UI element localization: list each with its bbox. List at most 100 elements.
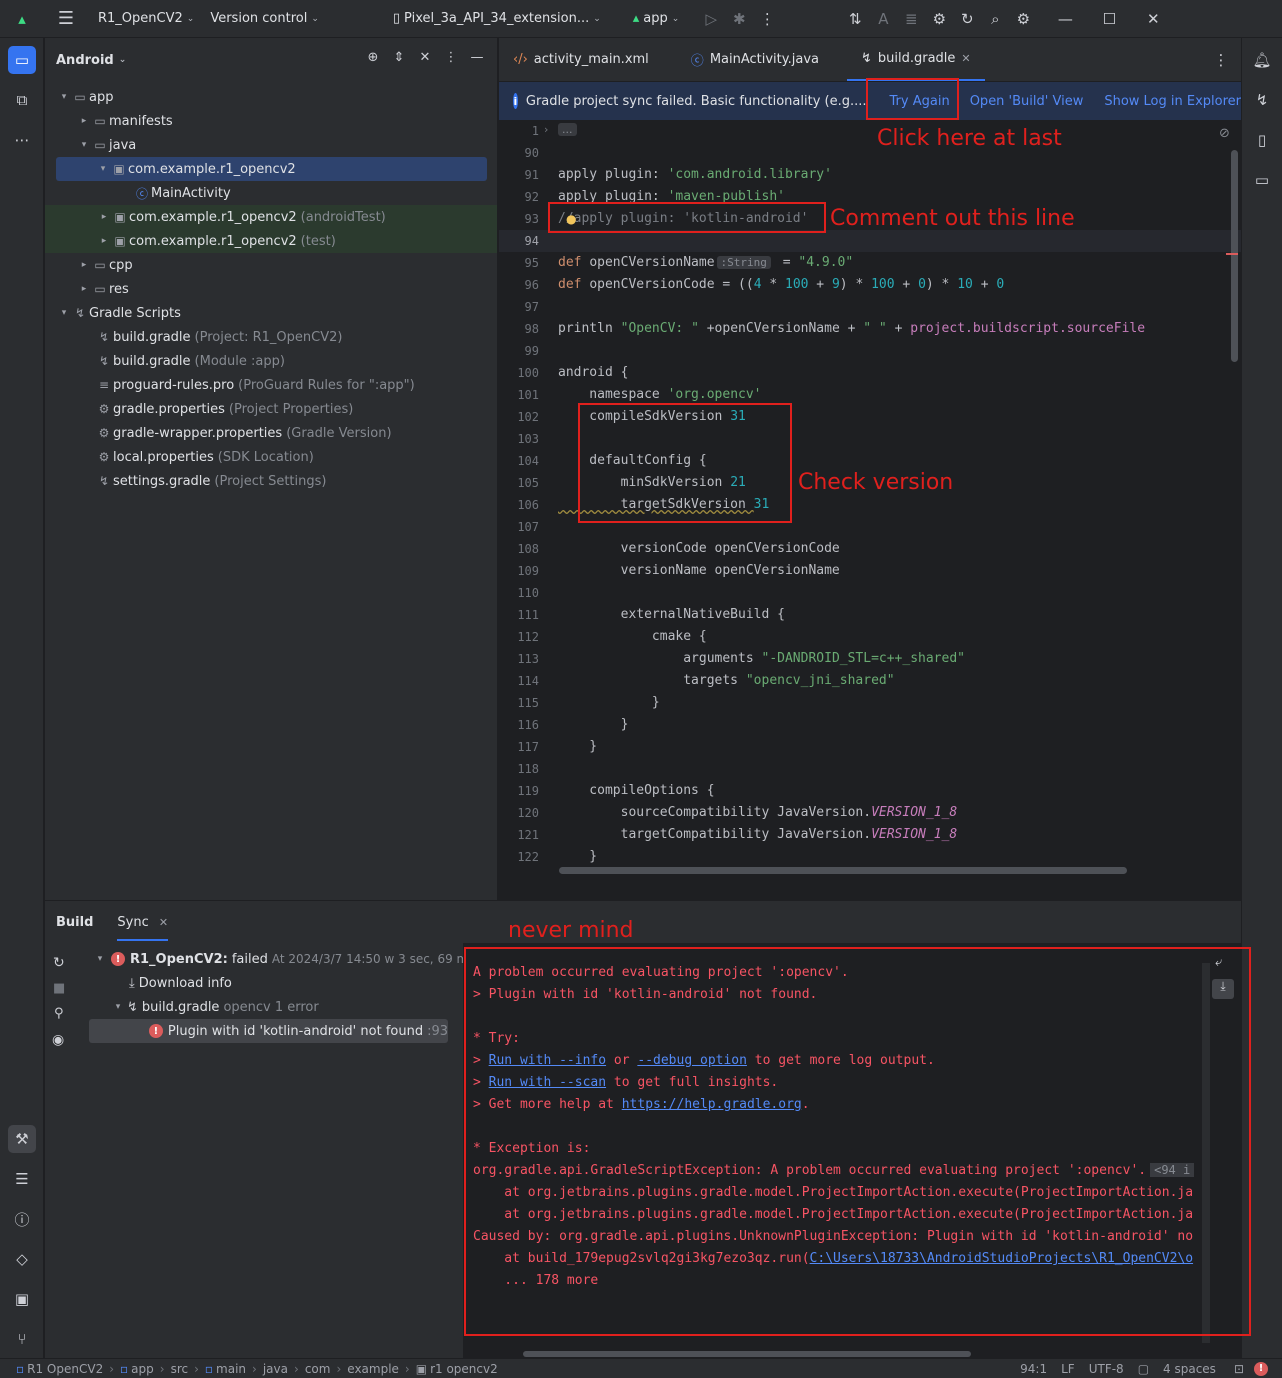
project-tool-icon[interactable]: ▭ <box>8 46 36 74</box>
tree-item-package-main[interactable]: ▾ ▣ com.example.r1_opencv2 <box>56 157 487 181</box>
minimize-icon[interactable]: — <box>1051 5 1079 33</box>
sync-project-icon[interactable]: ⇅ <box>841 5 869 33</box>
tree-item-gradle-wrapper[interactable]: ⚙ gradle-wrapper.properties (Gradle Versio… <box>45 421 497 445</box>
code-line: cmake { <box>558 629 707 644</box>
restart-sync-icon[interactable]: ↻ <box>53 955 65 971</box>
show-icon[interactable]: ◉ <box>52 1032 64 1048</box>
error-notification-icon[interactable]: ! <box>1254 1361 1268 1376</box>
annotation-comment-out: Comment out this line <box>830 206 1075 231</box>
build-tree-download[interactable]: ⤓ Download info <box>129 971 232 995</box>
tree-item-java[interactable]: ▾ ▭ java <box>45 133 497 157</box>
device-manager-side-icon[interactable]: ▯ <box>1248 126 1276 154</box>
more-actions-icon[interactable]: ⋮ <box>753 5 781 33</box>
tree-item-local-properties[interactable]: ⚙ local.properties (SDK Location) <box>45 445 497 469</box>
resource-manager-icon[interactable]: ⧉ <box>8 86 36 114</box>
code-line: targets "opencv_jni_shared" <box>558 673 894 688</box>
line-separator[interactable]: LF <box>1061 1362 1075 1376</box>
show-log-link[interactable]: Show Log in Explorer <box>1104 94 1241 109</box>
pin-icon[interactable]: ⚲ <box>54 1006 64 1021</box>
device-manager-icon[interactable]: ⚙ <box>925 5 953 33</box>
file-label: build.gradle <box>141 999 220 1015</box>
more-tools-icon[interactable]: ⋯ <box>8 126 36 154</box>
run-icon[interactable]: ▷ <box>697 5 725 33</box>
gradle-icon[interactable]: ↯ <box>1248 86 1276 114</box>
tab-sync[interactable]: Sync ✕ <box>117 915 169 941</box>
tree-item-app[interactable]: ▾ ▭ app <box>45 85 497 109</box>
indent-setting[interactable]: 4 spaces <box>1163 1362 1216 1376</box>
settings-icon[interactable]: ⚙ <box>1009 5 1037 33</box>
build-tool-icon[interactable]: ⚒ <box>8 1125 36 1153</box>
build-tree-root[interactable]: ▾ ! R1_OpenCV2: failed At 2024/3/7 14:50… <box>89 947 475 971</box>
tree-item-package-test[interactable]: ▸ ▣ com.example.r1_opencv2 (test) <box>45 229 497 253</box>
breadcrumb-item[interactable]: r1 opencv2 <box>430 1362 498 1376</box>
maximize-icon[interactable]: ☐ <box>1095 5 1123 33</box>
running-devices-icon[interactable]: ▭ <box>1248 166 1276 194</box>
project-selector[interactable]: R1_OpenCV2 ⌄ <box>90 11 202 26</box>
memory-indicator-icon[interactable]: ▢ <box>1138 1362 1149 1376</box>
app-quality-icon[interactable]: ◇ <box>8 1245 36 1273</box>
terminal-icon[interactable]: ▣ <box>8 1285 36 1313</box>
breadcrumb-item[interactable]: java <box>263 1362 288 1376</box>
breadcrumb-item[interactable]: R1 OpenCV2 <box>27 1362 103 1376</box>
chevron-down-icon: ▾ <box>61 308 67 318</box>
apply-code-changes-icon[interactable]: ≣ <box>897 5 925 33</box>
debug-icon[interactable]: ✱ <box>725 5 753 33</box>
tree-item-mainactivity[interactable]: ⓒ MainActivity <box>45 181 497 205</box>
open-build-view-link[interactable]: Open 'Build' View <box>970 94 1084 109</box>
notifications-icon[interactable]: 🔔︎ <box>1248 46 1276 74</box>
breadcrumb-item[interactable]: src <box>171 1362 189 1376</box>
options-icon[interactable]: ⋮ <box>441 50 461 65</box>
code-number: 100 <box>871 277 895 292</box>
tree-item-res[interactable]: ▸ ▭ res <box>45 277 497 301</box>
tree-item-manifests[interactable]: ▸ ▭ manifests <box>45 109 497 133</box>
vertical-scrollbar[interactable] <box>1231 150 1238 362</box>
tab-activity-main-xml[interactable]: ‹/› activity_main.xml <box>499 38 663 81</box>
problems-icon[interactable]: ⓘ <box>8 1205 36 1233</box>
breadcrumb-item[interactable]: app <box>131 1362 154 1376</box>
device-selector[interactable]: ▯ Pixel_3a_API_34_extension... ⌄ <box>385 11 609 26</box>
error-marker[interactable] <box>1226 253 1238 255</box>
tree-item-build-gradle-module[interactable]: ↯ build.gradle (Module :app) <box>45 349 497 373</box>
console-horizontal-scrollbar[interactable] <box>523 1351 971 1357</box>
caret-position[interactable]: 94:1 <box>1020 1362 1047 1376</box>
tree-item-gradle-scripts[interactable]: ▾ ↯ Gradle Scripts <box>45 301 497 325</box>
locate-icon[interactable]: ⊕ <box>363 50 383 65</box>
build-tree-error[interactable]: ! Plugin with id 'kotlin-android' not fo… <box>89 1019 448 1043</box>
code-line: sourceCompatibility JavaVersion.VERSION_… <box>558 805 958 820</box>
tree-item-build-gradle-project[interactable]: ↯ build.gradle (Project: R1_OpenCV2) <box>45 325 497 349</box>
tab-options-icon[interactable]: ⋮ <box>1207 46 1235 74</box>
logcat-icon[interactable]: ☰ <box>8 1165 36 1193</box>
tab-build-gradle[interactable]: ↯ build.gradle ✕ <box>846 38 985 81</box>
tree-item-gradle-properties[interactable]: ⚙ gradle.properties (Project Properties) <box>45 397 497 421</box>
gradle-sync-icon[interactable]: ↻ <box>953 5 981 33</box>
folded-region[interactable]: ... <box>558 123 577 136</box>
close-icon[interactable]: ✕ <box>1139 5 1167 33</box>
main-menu-icon[interactable]: ☰ <box>52 5 80 33</box>
build-tree-file[interactable]: ▾ ↯ build.gradle opencv 1 error <box>109 995 319 1019</box>
apply-changes-icon[interactable]: A <box>869 5 897 33</box>
tree-item-proguard[interactable]: ≡ proguard-rules.pro (ProGuard Rules for "… <box>45 373 497 397</box>
tree-item-package-androidtest[interactable]: ▸ ▣ com.example.r1_opencv2 (androidTest) <box>45 205 497 229</box>
stop-icon[interactable]: ■ <box>53 981 65 996</box>
vcs-selector[interactable]: Version control ⌄ <box>202 11 327 26</box>
close-tab-icon[interactable]: ✕ <box>159 916 168 929</box>
collapse-all-icon[interactable]: ✕ <box>415 50 435 65</box>
breadcrumb-item[interactable]: com <box>305 1362 331 1376</box>
line-number: 99 <box>524 344 539 358</box>
hide-icon[interactable]: — <box>467 50 487 65</box>
run-config-selector[interactable]: ▴ app ⌄ <box>625 11 688 26</box>
fold-chevron-icon[interactable]: › <box>544 123 548 136</box>
breadcrumb-item[interactable]: example <box>347 1362 399 1376</box>
tree-item-settings-gradle[interactable]: ↯ settings.gradle (Project Settings) <box>45 469 497 493</box>
horizontal-scrollbar[interactable] <box>559 867 1127 874</box>
search-icon[interactable]: ⌕ <box>981 5 1009 33</box>
tab-mainactivity-java[interactable]: ⓒ MainActivity.java <box>677 38 833 81</box>
breadcrumb-item[interactable]: main <box>216 1362 246 1376</box>
file-encoding[interactable]: UTF-8 <box>1089 1362 1124 1376</box>
close-tab-icon[interactable]: ✕ <box>961 52 970 65</box>
expand-collapse-icon[interactable]: ⇕ <box>389 50 409 65</box>
readonly-toggle-icon[interactable]: ⊡ <box>1234 1362 1244 1376</box>
tree-item-cpp[interactable]: ▸ ▭ cpp <box>45 253 497 277</box>
version-control-icon[interactable]: ⑂ <box>8 1325 36 1353</box>
line-number: 102 <box>517 410 539 424</box>
